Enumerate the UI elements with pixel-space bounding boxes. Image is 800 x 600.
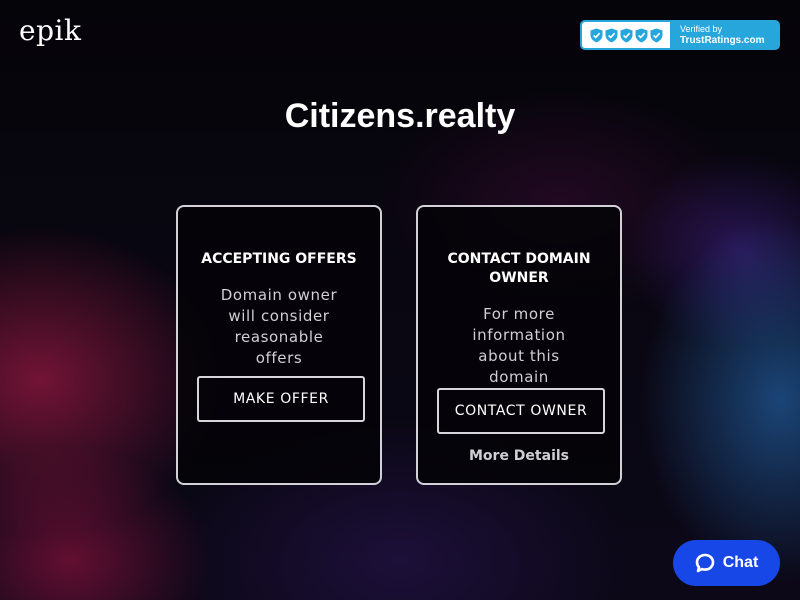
accepting-offers-description: Domain owner will consider reasonable of… — [220, 286, 338, 367]
domain-title: Citizens.realty — [284, 97, 516, 135]
make-offer-button[interactable]: MAKE OFFER — [197, 376, 365, 422]
trust-badge-line2: TrustRatings.com — [680, 34, 765, 46]
accepting-offers-card: ACCEPTING OFFERS Domain owner will consi… — [176, 205, 382, 485]
shield-check-icon — [590, 28, 602, 42]
epik-logo[interactable]: epik — [19, 14, 81, 47]
page-background — [0, 0, 800, 600]
contact-owner-card: CONTACT DOMAIN OWNER For more informatio… — [416, 205, 622, 485]
chat-button[interactable]: Chat — [673, 540, 780, 586]
contact-owner-button[interactable]: CONTACT OWNER — [437, 388, 605, 434]
shield-check-icon — [635, 28, 647, 42]
trust-ratings-badge[interactable]: Verified by TrustRatings.com — [580, 20, 780, 50]
accepting-offers-heading: ACCEPTING OFFERS — [201, 251, 357, 267]
trust-badge-text: Verified by TrustRatings.com — [672, 20, 764, 50]
trust-badge-line1: Verified by — [680, 23, 723, 34]
contact-owner-heading: CONTACT DOMAIN OWNER — [447, 251, 591, 286]
chat-label: Chat — [722, 554, 759, 571]
trust-shields — [582, 22, 670, 48]
shield-check-icon — [605, 28, 617, 42]
shield-check-icon — [620, 28, 632, 42]
chat-bubble-icon — [695, 553, 715, 573]
contact-owner-description: For more information about this domain — [472, 305, 566, 386]
more-details-link[interactable]: More Details — [418, 448, 620, 464]
shield-check-icon — [650, 28, 662, 42]
